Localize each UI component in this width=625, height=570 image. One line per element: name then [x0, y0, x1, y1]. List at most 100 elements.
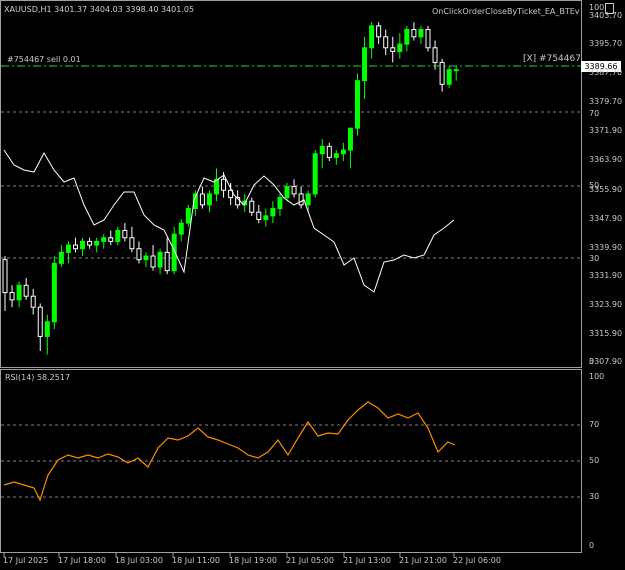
- candle: [185, 204, 191, 227]
- candle: [362, 36, 368, 99]
- candle-body: [347, 127, 353, 151]
- candle-body: [185, 208, 191, 224]
- candle-body: [319, 145, 325, 155]
- candle-body: [390, 47, 396, 52]
- time-axis-label: 22 Jul 06:00: [453, 556, 501, 565]
- candle: [73, 237, 78, 253]
- time-axis-label: 18 Jul 03:00: [115, 556, 163, 565]
- price-axis-label: 3403.70: [589, 11, 623, 20]
- candle: [355, 73, 360, 136]
- main-pane-border: [0, 0, 582, 368]
- candle: [404, 25, 410, 52]
- candle-body: [312, 153, 318, 195]
- time-axis-label: 17 Jul 2025: [3, 556, 49, 565]
- time-axis-label: 21 Jul 21:00: [399, 556, 447, 565]
- candle: [369, 22, 375, 59]
- candle: [143, 252, 149, 267]
- candle-body: [432, 47, 438, 63]
- candle: [108, 230, 114, 246]
- candle: [9, 285, 15, 308]
- overlay-level-label: 100: [589, 3, 605, 12]
- ea-name-label: OnClickOrderCloseByTicket_EA_BTEv: [432, 7, 580, 16]
- time-axis-label: 18 Jul 19:00: [229, 556, 277, 565]
- candle-body: [249, 200, 255, 213]
- overlay-line: [3, 149, 455, 293]
- grid-layer: [0, 0, 582, 557]
- candle-body: [425, 29, 431, 49]
- candle-body: [101, 237, 107, 242]
- candle-body: [164, 251, 170, 272]
- candle-body: [383, 36, 389, 49]
- candle: [150, 245, 156, 271]
- candle: [418, 25, 424, 45]
- candle-body: [404, 29, 410, 45]
- candle-body: [418, 29, 424, 38]
- candle: [214, 168, 219, 202]
- candle-body: [87, 240, 93, 246]
- candle-body: [333, 153, 339, 158]
- rsi-line: [3, 401, 456, 502]
- candle: [129, 226, 135, 253]
- candle-body: [37, 306, 43, 337]
- time-axis-label: 17 Jul 18:00: [58, 556, 106, 565]
- candle-body: [263, 215, 269, 220]
- candle: [333, 150, 339, 165]
- candle-body: [362, 47, 368, 82]
- candle-body: [221, 178, 227, 191]
- candle-body: [157, 251, 163, 268]
- candle: [298, 186, 304, 209]
- candle: [263, 208, 269, 227]
- candle-body: [2, 259, 8, 294]
- candle: [51, 256, 57, 330]
- rsi-axis-label: 30: [589, 492, 600, 501]
- candle: [87, 237, 93, 249]
- candle: [446, 66, 452, 88]
- price-axis-label: 3331.90: [589, 271, 623, 280]
- candle-body: [326, 145, 332, 158]
- overlay-level-label: 70: [589, 109, 600, 118]
- candle: [376, 22, 382, 45]
- candle-body: [270, 208, 276, 217]
- candle: [2, 256, 8, 311]
- candle-body: [9, 292, 15, 301]
- candle-body: [23, 284, 29, 297]
- candle: [411, 22, 417, 41]
- candle: [101, 234, 107, 249]
- candle-body: [369, 25, 375, 49]
- order-left-label: #754467 sell 0.01: [7, 55, 81, 64]
- candle-body: [65, 244, 71, 253]
- candle-body: [340, 149, 346, 155]
- candle: [432, 40, 438, 70]
- candle: [94, 237, 100, 253]
- candle: [115, 226, 121, 246]
- candle-body: [129, 237, 135, 250]
- candle-body: [305, 193, 311, 206]
- candle: [80, 237, 86, 257]
- order-close-button[interactable]: [X] #754467: [523, 54, 581, 64]
- candle: [206, 190, 212, 213]
- rsi-axis-label: 50: [589, 456, 600, 465]
- candle-body: [94, 240, 100, 246]
- candle-body: [453, 69, 459, 72]
- chart-canvas[interactable]: [0, 0, 625, 570]
- price-axis-label: 3347.90: [589, 214, 623, 223]
- candle: [164, 237, 170, 275]
- candle-body: [80, 240, 86, 250]
- candle-body: [136, 248, 142, 261]
- price-axis-label: 3371.90: [589, 126, 623, 135]
- rsi-layer: [3, 401, 456, 502]
- candle: [326, 142, 332, 162]
- rsi-axis-label: 70: [589, 420, 600, 429]
- candle-body: [143, 255, 149, 261]
- overlay-level-label: 0: [589, 357, 595, 366]
- candle-body: [446, 69, 452, 85]
- candle: [439, 58, 445, 92]
- symbol-info: XAUUSD,H1 3401.37 3404.03 3398.40 3401.0…: [4, 5, 195, 14]
- candle: [347, 127, 353, 169]
- candle: [199, 186, 205, 209]
- candle-body: [51, 262, 57, 323]
- candle: [30, 288, 36, 315]
- candle-body: [411, 29, 417, 38]
- candle-body: [291, 186, 297, 195]
- candle: [16, 281, 22, 308]
